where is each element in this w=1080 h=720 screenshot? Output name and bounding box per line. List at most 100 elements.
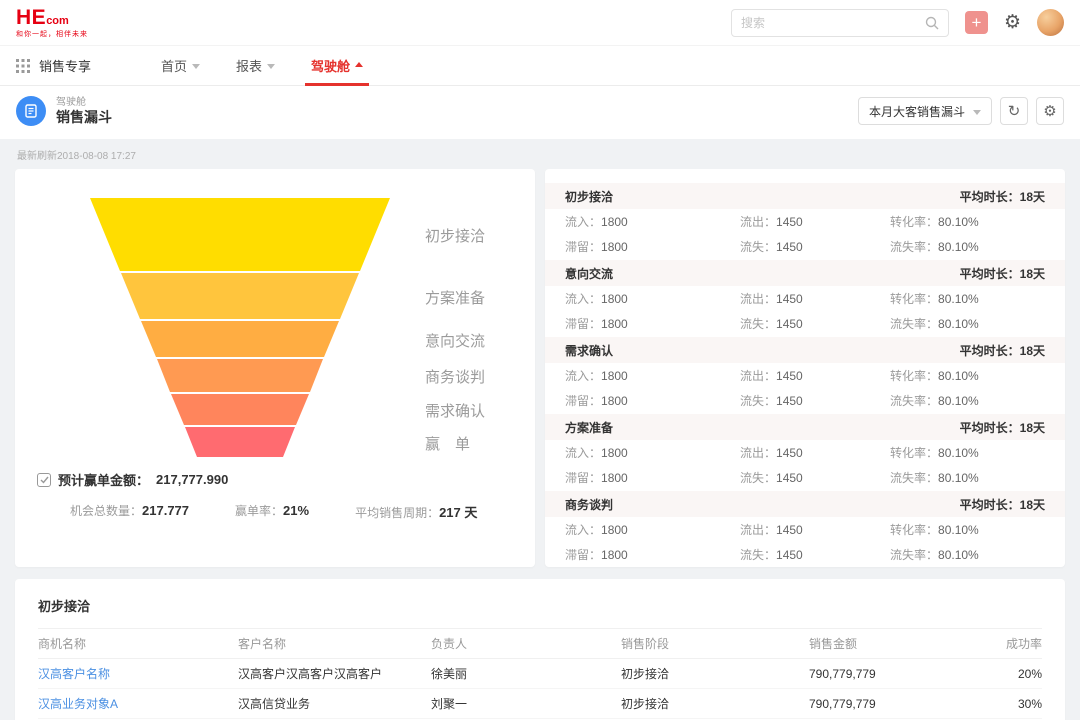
- col-header: 负责人: [431, 635, 621, 652]
- metric-cell: 流失率：80.10%: [890, 238, 1045, 255]
- funnel-stats: 机会总数量：217.777 赢单率：21% 平均销售周期：217 天: [70, 502, 477, 521]
- customer-name-cell: 汉高客户汉高客户汉高客户: [238, 665, 431, 682]
- funnel-stage-label: 初步接洽: [425, 225, 535, 246]
- apps-grid-icon[interactable]: [16, 59, 30, 73]
- owner-cell: 刘聚一: [431, 695, 621, 712]
- stat-win-rate: 赢单率：21%: [235, 502, 309, 521]
- funnel-segment[interactable]: [90, 427, 390, 457]
- owner-cell: 徐美丽: [431, 665, 621, 682]
- metric-cell: 流入：1800: [565, 367, 740, 384]
- nav-item-home[interactable]: 首页: [143, 46, 218, 86]
- search-icon[interactable]: [925, 16, 939, 30]
- refresh-button[interactable]: ↻: [1000, 97, 1028, 125]
- metric-cell: 流出：1450: [740, 367, 890, 384]
- col-header: 商机名称: [38, 635, 238, 652]
- chevron-down-icon: [973, 110, 981, 115]
- dashboard-settings-button[interactable]: ⚙: [1036, 97, 1064, 125]
- funnel-filter-select[interactable]: 本月大客销售漏斗: [858, 97, 992, 125]
- metric-cell: 流失：1450: [740, 315, 890, 332]
- top-bar: HE com 和你一起，相伴未来 + ⚙: [0, 0, 1080, 46]
- stage-section: 需求确认 平均时长：18天 流入：1800 流出：1450 转化率：80.10%…: [545, 337, 1065, 413]
- search-input[interactable]: [741, 16, 925, 30]
- stage-section-title: 商务谈判: [565, 496, 613, 513]
- breadcrumb: 驾驶舱: [56, 97, 112, 109]
- chevron-up-icon: [355, 62, 363, 67]
- funnel-stage-label: 商务谈判: [425, 366, 535, 387]
- metric-cell: 流出：1450: [740, 290, 890, 307]
- checkbox-icon: [37, 473, 51, 487]
- logo: HE com 和你一起，相伴未来: [16, 7, 88, 38]
- metric-cell: 流失：1450: [740, 392, 890, 409]
- stage-section: 初步接洽 平均时长：18天 流入：1800 流出：1450 转化率：80.10%…: [545, 183, 1065, 259]
- table-header-row: 商机名称 客户名称 负责人 销售阶段 销售金额 成功率: [38, 628, 1042, 659]
- workspace-label: 销售专享: [39, 56, 91, 75]
- funnel-segment[interactable]: [90, 359, 390, 392]
- funnel-stage-label: 方案准备: [425, 287, 535, 308]
- nav-bar: 销售专享 首页 报表 驾驶舱: [0, 46, 1080, 86]
- metric-cell: 流失：1450: [740, 546, 890, 563]
- col-header: 客户名称: [238, 635, 431, 652]
- stage-section-duration: 平均时长：18天: [960, 265, 1045, 282]
- metric-cell: 转化率：80.10%: [890, 444, 1045, 461]
- funnel-stage-label: 赢 单: [425, 433, 535, 454]
- expected-amount-value: 217,777.990: [156, 472, 228, 487]
- logo-tagline: 和你一起，相伴未来: [16, 31, 88, 38]
- metric-cell: 流出：1450: [740, 213, 890, 230]
- logo-main: HE: [16, 7, 46, 28]
- success-rate-cell: 30%: [989, 697, 1042, 711]
- table-row: 汉高客户名称 汉高客户汉高客户汉高客户 徐美丽 初步接洽 790,779,779…: [38, 659, 1042, 689]
- stat-total-opportunities: 机会总数量：217.777: [70, 502, 189, 521]
- logo-sub: com: [46, 16, 69, 27]
- funnel-stage-label: 意向交流: [425, 330, 535, 351]
- funnel-filter-value: 本月大客销售漏斗: [869, 103, 965, 120]
- metric-cell: 流失率：80.10%: [890, 469, 1045, 486]
- metric-cell: 转化率：80.10%: [890, 521, 1045, 538]
- funnel-segment[interactable]: [90, 198, 390, 271]
- funnel-segment[interactable]: [90, 394, 390, 425]
- metric-cell: 滞留：1800: [565, 238, 740, 255]
- stage-cell: 初步接洽: [621, 665, 809, 682]
- settings-gear-icon[interactable]: ⚙: [1004, 13, 1021, 32]
- metric-cell: 流入：1800: [565, 290, 740, 307]
- stat-value: 217.777: [142, 503, 189, 518]
- metric-cell: 滞留：1800: [565, 469, 740, 486]
- chevron-down-icon: [267, 64, 275, 69]
- avatar[interactable]: [1037, 9, 1064, 36]
- funnel-segment[interactable]: [90, 321, 390, 357]
- metric-cell: 流失率：80.10%: [890, 315, 1045, 332]
- metric-cell: 滞留：1800: [565, 546, 740, 563]
- main-content: 最新刷新2018-08-08 17:27 初步接洽 方案准备 意向交流 商务谈判…: [0, 139, 1080, 720]
- stage-section-title: 需求确认: [565, 342, 613, 359]
- funnel-stage-label: 需求确认: [425, 400, 535, 421]
- metric-cell: 流失率：80.10%: [890, 392, 1045, 409]
- metric-cell: 滞留：1800: [565, 392, 740, 409]
- col-header: 销售阶段: [621, 635, 809, 652]
- stage-section: 意向交流 平均时长：18天 流入：1800 流出：1450 转化率：80.10%…: [545, 260, 1065, 336]
- add-button[interactable]: +: [965, 11, 988, 34]
- opportunity-link[interactable]: 汉高客户名称: [38, 665, 238, 682]
- stage-section: 方案准备 平均时长：18天 流入：1800 流出：1450 转化率：80.10%…: [545, 414, 1065, 490]
- metric-cell: 流出：1450: [740, 521, 890, 538]
- page-title: 销售漏斗: [56, 109, 112, 126]
- metric-cell: 转化率：80.10%: [890, 290, 1045, 307]
- chevron-down-icon: [192, 64, 200, 69]
- opportunity-link[interactable]: 汉高业务对象A: [38, 695, 238, 712]
- metric-cell: 转化率：80.10%: [890, 213, 1045, 230]
- stage-cell: 初步接洽: [621, 695, 809, 712]
- metric-cell: 流入：1800: [565, 444, 740, 461]
- stage-section-duration: 平均时长：18天: [960, 188, 1045, 205]
- stat-label: 机会总数量：: [70, 504, 142, 518]
- nav-item-home-label: 首页: [161, 56, 187, 75]
- metric-cell: 转化率：80.10%: [890, 367, 1045, 384]
- stage-details-card: 初步接洽 平均时长：18天 流入：1800 流出：1450 转化率：80.10%…: [545, 169, 1065, 567]
- nav-item-reports[interactable]: 报表: [218, 46, 293, 86]
- nav-item-cockpit[interactable]: 驾驶舱: [293, 46, 381, 86]
- stage-section-duration: 平均时长：18天: [960, 342, 1045, 359]
- nav-item-cockpit-label: 驾驶舱: [311, 56, 350, 75]
- customer-name-cell: 汉高信贷业务: [238, 695, 431, 712]
- opportunity-table-card: 初步接洽 商机名称 客户名称 负责人 销售阶段 销售金额 成功率 汉高客户名称 …: [15, 579, 1065, 720]
- metric-cell: 滞留：1800: [565, 315, 740, 332]
- dashboard-doc-icon: [16, 96, 46, 126]
- stage-section-title: 初步接洽: [565, 188, 613, 205]
- funnel-segment[interactable]: [90, 273, 390, 319]
